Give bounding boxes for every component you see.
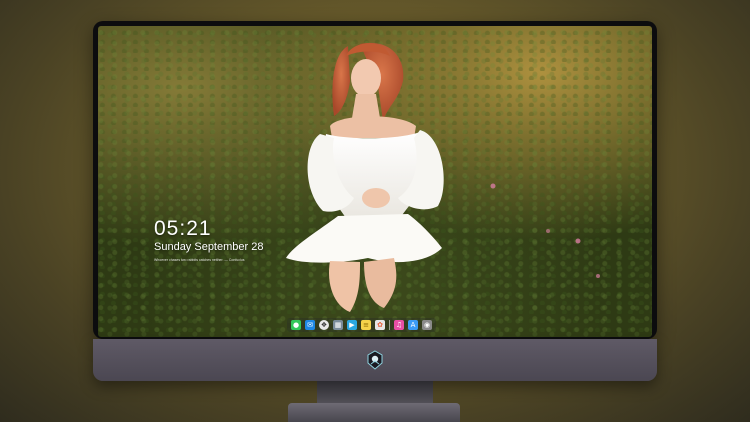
mail-icon[interactable]: ✉ bbox=[305, 320, 315, 330]
monitor-chin bbox=[93, 339, 657, 381]
finder-icon[interactable]: ▦ bbox=[333, 320, 343, 330]
wallpaper-photo bbox=[286, 42, 600, 312]
app-store-icon[interactable]: A bbox=[408, 320, 418, 330]
brand-logo-icon bbox=[367, 350, 383, 370]
lockscreen-date: Sunday September 28 bbox=[154, 241, 264, 253]
monitor-stand-base bbox=[288, 403, 460, 422]
safari-icon[interactable]: ❖ bbox=[319, 320, 329, 330]
monitor: 05:21 Sunday September 28 Whoever chases… bbox=[93, 21, 657, 339]
camera-icon[interactable]: ◉ bbox=[422, 320, 432, 330]
music-icon[interactable]: ♫ bbox=[394, 320, 404, 330]
lockscreen-clock: 05:21 bbox=[154, 217, 212, 240]
dock-separator bbox=[389, 320, 390, 330]
messages-icon[interactable]: ● bbox=[291, 320, 301, 330]
notes-icon[interactable]: ≡ bbox=[361, 320, 371, 330]
lockscreen-quote: Whoever chases two rabbits catches neith… bbox=[154, 258, 245, 262]
claquette-icon[interactable]: ▶ bbox=[347, 320, 357, 330]
photos-icon[interactable]: ✿ bbox=[375, 320, 385, 330]
monitor-stand-neck bbox=[317, 381, 433, 405]
app-dock: ● ✉ ❖ ▦ ▶ ≡ ✿ ♫ A ◉ bbox=[287, 318, 436, 332]
desktop-screen: 05:21 Sunday September 28 Whoever chases… bbox=[98, 26, 652, 337]
